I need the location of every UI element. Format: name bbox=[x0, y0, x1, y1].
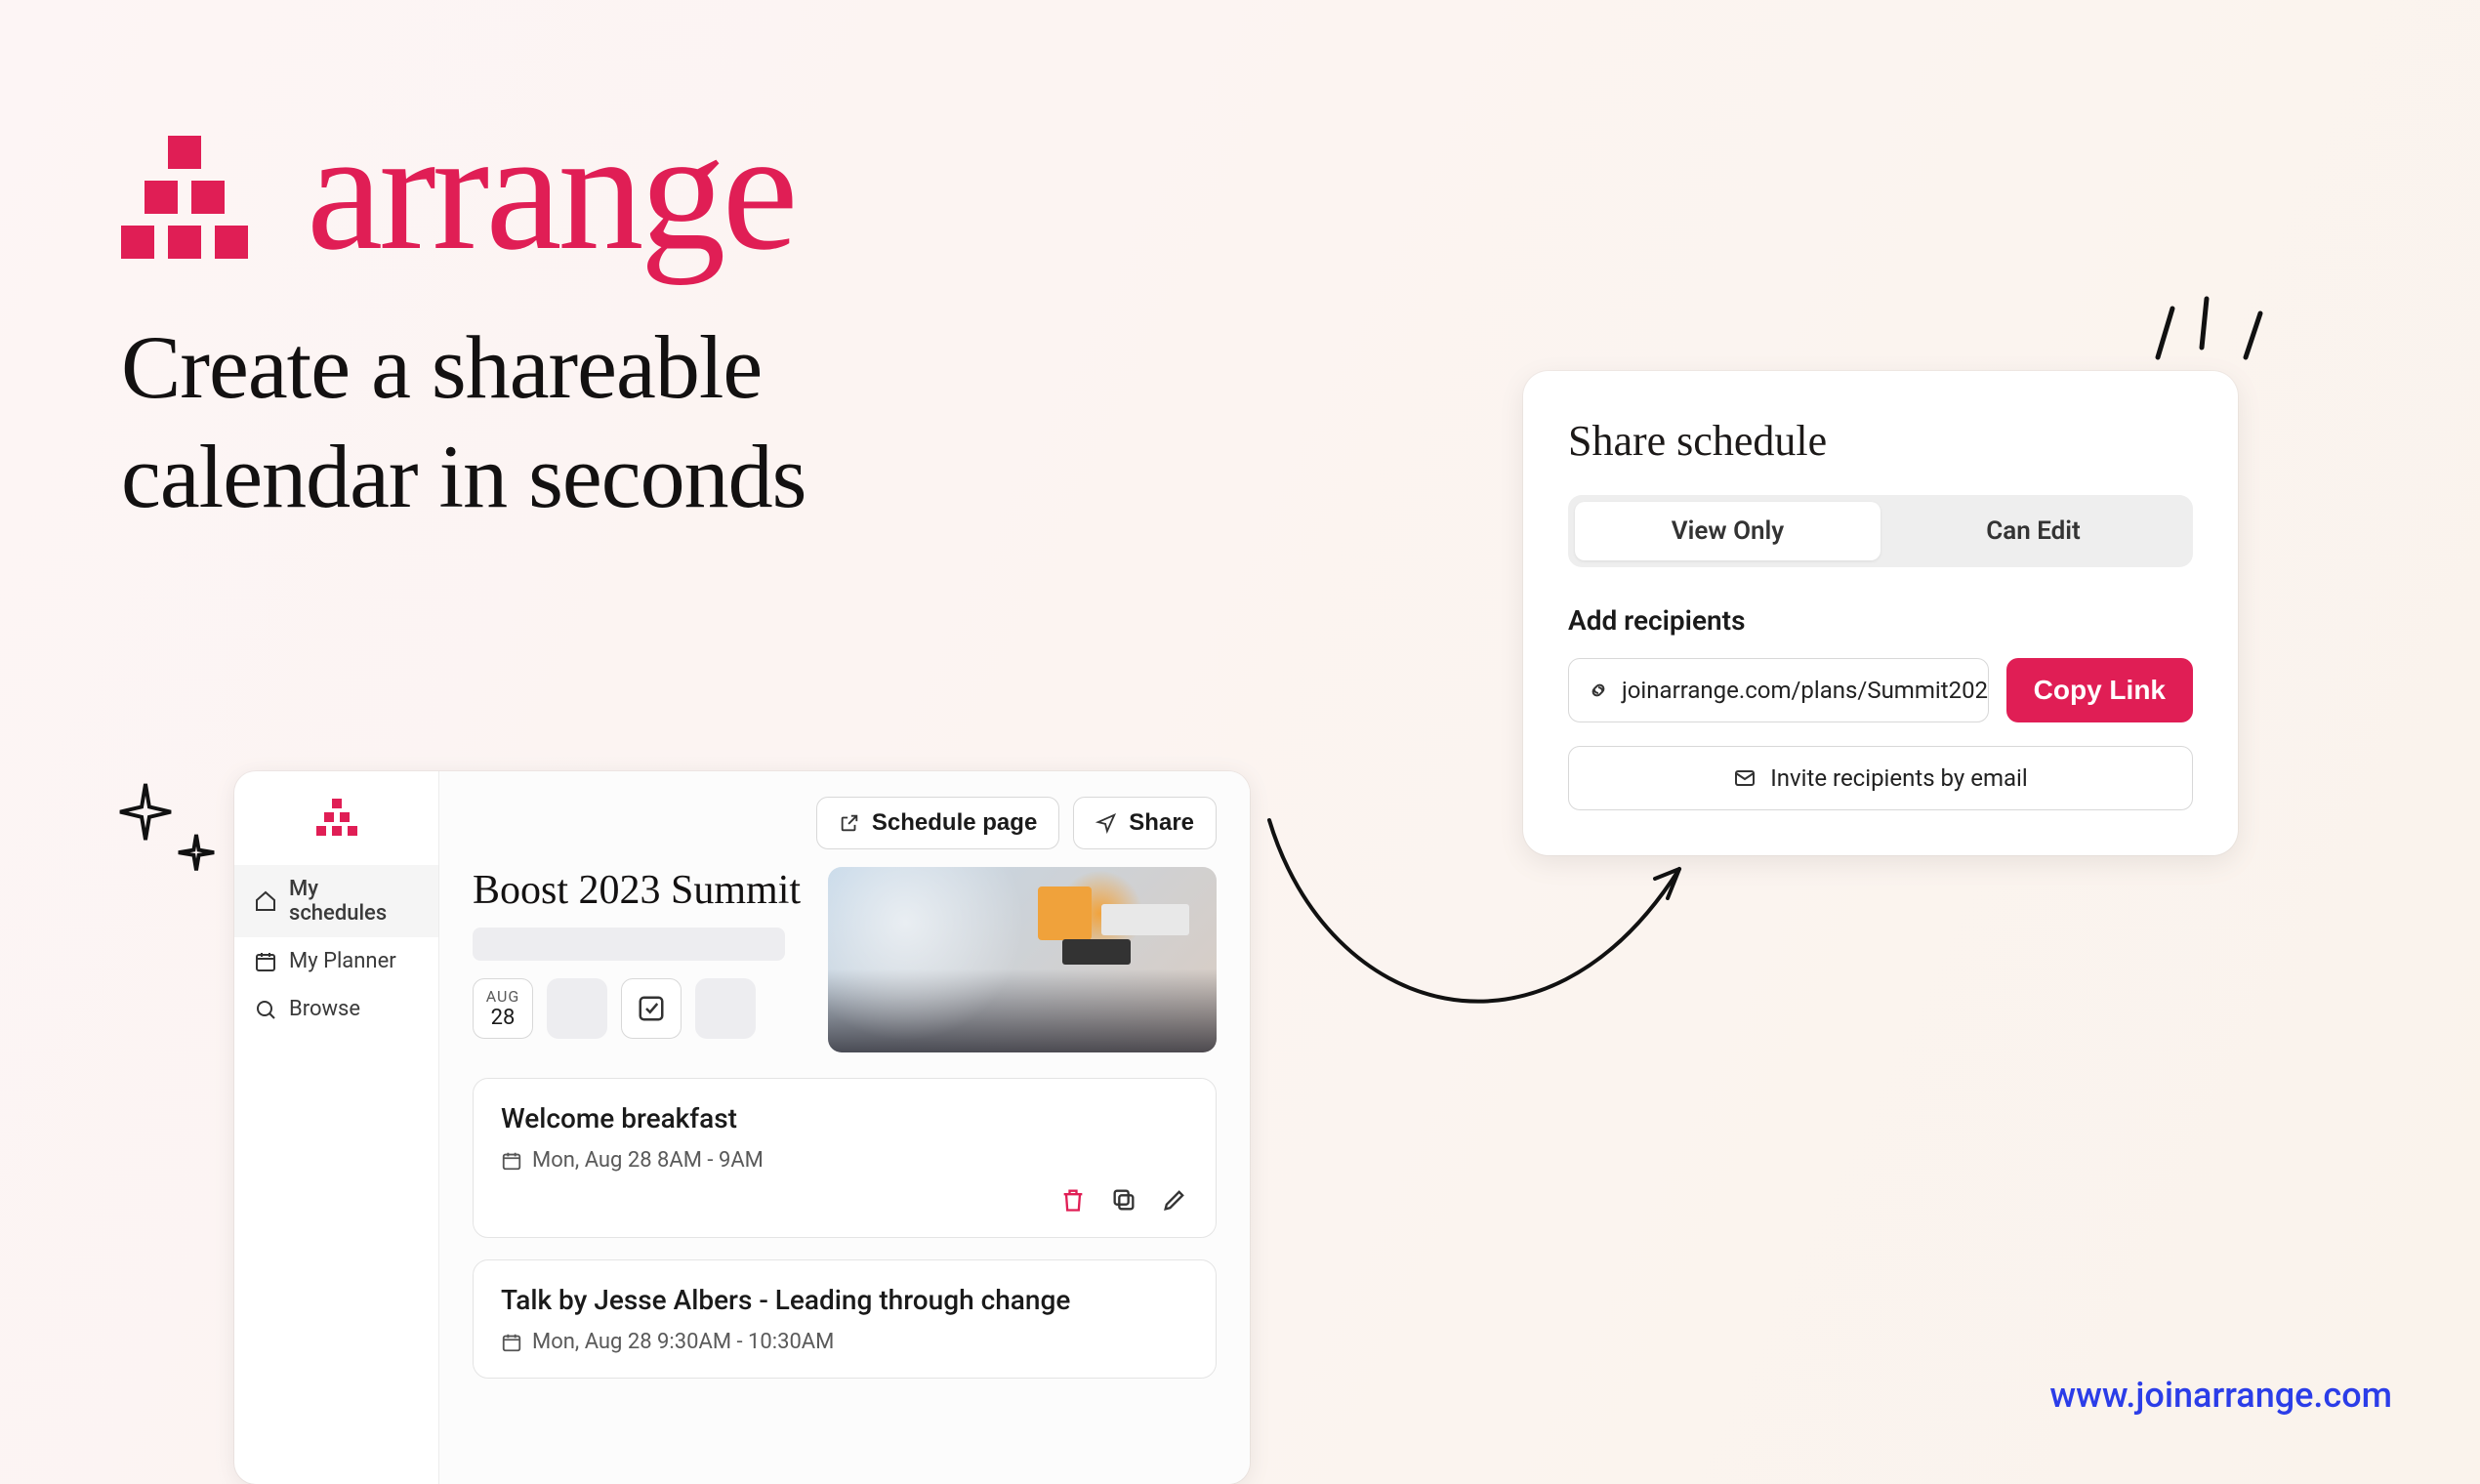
external-link-icon bbox=[839, 812, 860, 834]
brand-lockup: arrange bbox=[121, 105, 795, 277]
sidebar-item-label: My Planner bbox=[289, 949, 396, 973]
event-card[interactable]: Talk by Jesse Albers - Leading through c… bbox=[473, 1259, 1217, 1379]
sidebar-item-browse[interactable]: Browse bbox=[234, 985, 438, 1033]
invite-by-email-button[interactable]: Invite recipients by email bbox=[1568, 746, 2193, 810]
date-chip[interactable]: AUG 28 bbox=[473, 978, 533, 1039]
invite-label: Invite recipients by email bbox=[1770, 764, 2027, 792]
sparkle-lines-icon bbox=[2138, 289, 2275, 387]
share-button[interactable]: Share bbox=[1073, 797, 1217, 849]
home-icon bbox=[254, 889, 277, 913]
copy-link-button[interactable]: Copy Link bbox=[2006, 658, 2193, 722]
share-title: Share schedule bbox=[1568, 416, 2193, 466]
schedule-title: Boost 2023 Summit bbox=[473, 867, 805, 914]
edit-button[interactable] bbox=[1161, 1186, 1188, 1214]
can-edit-tab[interactable]: Can Edit bbox=[1881, 502, 2186, 560]
schedule-thumbnail bbox=[828, 867, 1217, 1052]
sidebar-item-my-planner[interactable]: My Planner bbox=[234, 937, 438, 985]
event-time: Mon, Aug 28 9:30AM - 10:30AM bbox=[532, 1330, 834, 1354]
checkbox-icon bbox=[637, 994, 666, 1023]
search-icon bbox=[254, 998, 277, 1021]
add-recipients-label: Add recipients bbox=[1568, 604, 2193, 637]
event-card[interactable]: Welcome breakfast Mon, Aug 28 8AM - 9AM bbox=[473, 1078, 1217, 1238]
delete-button[interactable] bbox=[1059, 1186, 1087, 1214]
trash-icon bbox=[1059, 1186, 1087, 1214]
placeholder-chip bbox=[695, 978, 756, 1039]
event-time: Mon, Aug 28 8AM - 9AM bbox=[532, 1148, 764, 1173]
calendar-icon bbox=[501, 1150, 522, 1172]
send-icon bbox=[1095, 812, 1117, 834]
sidebar-item-label: Browse bbox=[289, 997, 360, 1021]
event-title: Welcome breakfast bbox=[501, 1102, 1188, 1134]
event-title: Talk by Jesse Albers - Leading through c… bbox=[501, 1284, 1188, 1316]
sidebar-item-my-schedules[interactable]: My schedules bbox=[234, 865, 438, 937]
link-icon bbox=[1587, 679, 1610, 702]
duplicate-button[interactable] bbox=[1110, 1186, 1137, 1214]
sidebar: My schedules My Planner Browse bbox=[234, 771, 439, 1484]
schedule-page-button[interactable]: Schedule page bbox=[816, 797, 1059, 849]
share-card: Share schedule View Only Can Edit Add re… bbox=[1523, 371, 2238, 855]
check-chip[interactable] bbox=[621, 978, 682, 1039]
permission-toggle: View Only Can Edit bbox=[1568, 495, 2193, 567]
share-link-box[interactable]: joinarrange.com/plans/Summit2023 bbox=[1568, 658, 1989, 722]
logo-icon bbox=[121, 128, 248, 255]
footer-url-link[interactable]: www.joinarrange.com bbox=[2049, 1375, 2392, 1416]
calendar-icon bbox=[254, 950, 277, 973]
mail-icon bbox=[1733, 766, 1757, 790]
date-chip-month: AUG bbox=[486, 987, 520, 1006]
copy-icon bbox=[1110, 1186, 1137, 1214]
calendar-icon bbox=[501, 1332, 522, 1353]
hero-tagline: Create a shareable calendar in seconds bbox=[121, 312, 806, 531]
schedule-header: Boost 2023 Summit AUG 28 bbox=[473, 867, 1217, 1052]
sparkle-icon bbox=[107, 771, 234, 898]
button-label: Schedule page bbox=[872, 809, 1037, 837]
button-label: Share bbox=[1129, 809, 1194, 837]
brand-wordmark: arrange bbox=[307, 105, 795, 277]
main-pane: Schedule page Share Boost 2023 Summit AU… bbox=[439, 771, 1250, 1484]
pencil-icon bbox=[1161, 1186, 1188, 1214]
view-only-tab[interactable]: View Only bbox=[1575, 502, 1881, 560]
toolbar: Schedule page Share bbox=[473, 797, 1217, 849]
date-chip-day: 28 bbox=[491, 1006, 516, 1030]
sidebar-logo-icon[interactable] bbox=[316, 799, 357, 840]
app-shell: My schedules My Planner Browse Schedule … bbox=[234, 771, 1250, 1484]
sidebar-item-label: My schedules bbox=[289, 877, 419, 926]
placeholder bbox=[473, 928, 785, 961]
share-url: joinarrange.com/plans/Summit2023 bbox=[1622, 677, 1989, 704]
arrow-doodle-icon bbox=[1260, 810, 1709, 1103]
placeholder-chip bbox=[547, 978, 607, 1039]
